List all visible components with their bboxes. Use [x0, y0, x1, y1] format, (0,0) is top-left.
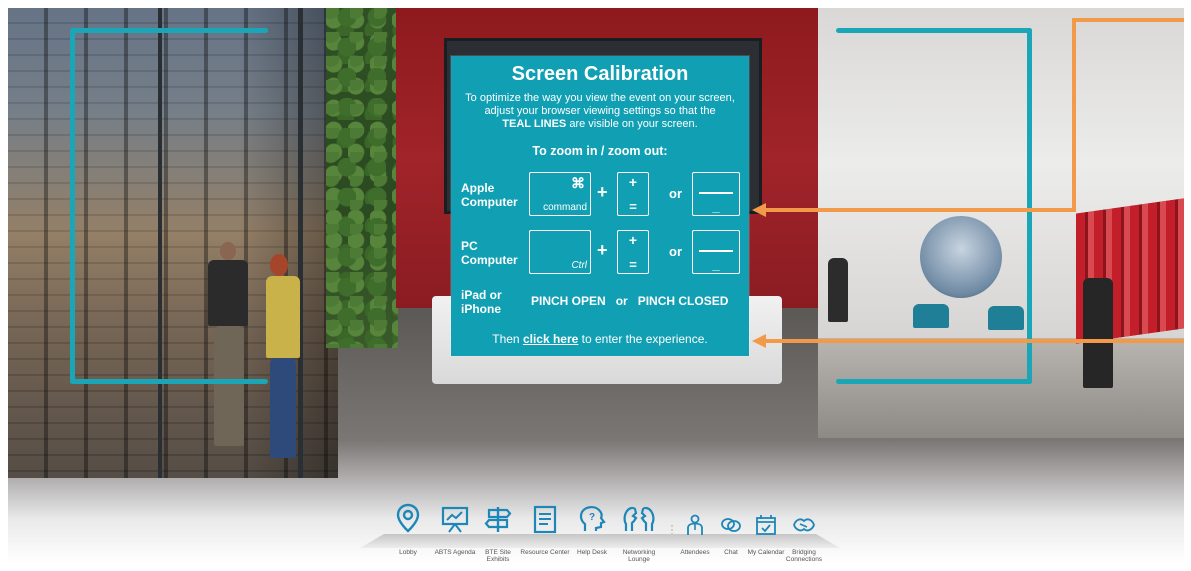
avatar-woman: [266, 276, 300, 358]
command-key-label: command: [543, 202, 587, 213]
toolbar-item-lobby[interactable]: Lobby: [393, 503, 423, 565]
avatar-background: [1083, 278, 1113, 388]
arrow-line: [1072, 18, 1184, 22]
apple-computer-label: Apple Computer: [461, 181, 518, 209]
minus-line: [699, 192, 733, 194]
click-here-link[interactable]: click here: [523, 332, 578, 346]
teal-line-left: [70, 28, 75, 384]
toolbar-item-help-desk[interactable]: ? Help Desk: [577, 503, 607, 565]
plus-sign: +: [597, 240, 608, 260]
toolbar-label: Lobby: [399, 549, 417, 556]
avatar-background: [828, 258, 848, 322]
arrow-line: [764, 339, 1184, 343]
avatar-man: [208, 260, 248, 326]
or-text: or: [669, 186, 682, 201]
or-text: or: [669, 244, 682, 259]
screen-calibration-panel: Screen Calibration To optimize the way y…: [451, 56, 749, 356]
minus-key: _: [692, 172, 740, 216]
toolbar-label: Networking Lounge: [622, 549, 656, 563]
instruction-line: are visible on your screen.: [566, 118, 698, 130]
enter-experience-text: Then click here to enter the experience.: [492, 332, 708, 346]
teal-line-top-left: [70, 28, 268, 33]
instruction-line: To optimize the way you view the event o…: [465, 92, 735, 104]
chat-bubbles-icon: [721, 518, 741, 532]
lounge-chair: [913, 304, 949, 328]
toolbar-item-attendees[interactable]: Attendees: [680, 512, 710, 565]
toolbar-label: BTE Site Exhibits: [485, 549, 511, 563]
networking-faces-icon: [623, 506, 655, 531]
svg-text:?: ?: [589, 512, 595, 523]
avatar-woman-legs: [270, 358, 296, 458]
command-key: ⌘ command: [529, 172, 591, 216]
pinch-instructions: PINCH OPEN or PINCH CLOSED: [531, 294, 729, 308]
teal-line-bottom-right: [836, 379, 1032, 384]
document-icon: [533, 505, 557, 534]
window-frame: [298, 8, 303, 478]
calendar-icon: [756, 515, 776, 535]
ctrl-key-label: Ctrl: [571, 260, 587, 271]
avatar-head: [220, 242, 236, 260]
ctrl-key: Ctrl: [529, 230, 591, 274]
toolbar-label: Bridging Connections: [785, 549, 823, 563]
signpost-icon: [484, 507, 512, 532]
minus-line: [699, 250, 733, 252]
teal-lines-emphasis: TEAL LINES: [502, 118, 567, 130]
attendee-icon: [687, 514, 703, 535]
round-wall-photo: [920, 216, 1002, 298]
pc-computer-label: PC Computer: [461, 239, 518, 267]
presentation-board-icon: [441, 506, 469, 533]
plant-wall: [326, 8, 398, 348]
avatar-man-legs: [214, 326, 244, 446]
window-frame: [158, 8, 162, 478]
teal-line-right: [1027, 28, 1032, 384]
panel-title: Screen Calibration: [511, 63, 689, 85]
arrow-head-icon: [752, 334, 766, 348]
plus-equals-key: + =: [617, 172, 649, 216]
toolbar-item-chat[interactable]: Chat: [719, 512, 743, 565]
zoom-heading: To zoom in / zoom out:: [532, 144, 668, 158]
plus-sign: +: [597, 182, 608, 202]
toolbar-label: Resource Center: [520, 549, 570, 556]
toolbar-item-my-calendar[interactable]: My Calendar: [748, 512, 784, 565]
teal-line-top-right: [836, 28, 1032, 33]
calibration-instructions: To optimize the way you view the event o…: [457, 92, 743, 131]
minus-key: _: [692, 230, 740, 274]
lounge-chair: [988, 306, 1024, 330]
toolbar-item-bridging-connections[interactable]: Bridging Connections: [786, 512, 822, 565]
avatar-head: [270, 254, 288, 276]
location-pin-icon: [396, 503, 420, 533]
toolbar-label: Help Desk: [577, 549, 607, 556]
toolbar-item-abts-agenda[interactable]: ABTS Agenda: [435, 503, 475, 565]
arrow-head-icon: [752, 203, 766, 217]
arrow-line: [1072, 18, 1076, 212]
command-icon: ⌘: [571, 175, 585, 191]
ipad-iphone-label: iPad or iPhone: [461, 288, 502, 316]
handshake-icon: [793, 518, 815, 532]
toolbar-item-resource-center[interactable]: Resource Center: [520, 503, 570, 565]
toolbar-item-bte-site-exhibits[interactable]: BTE Site Exhibits: [483, 503, 513, 565]
teal-line-bottom-left: [70, 379, 268, 384]
head-question-icon: ?: [579, 506, 606, 531]
instruction-line: adjust your browser viewing settings so …: [484, 105, 716, 117]
toolbar-item-networking-lounge[interactable]: Networking Lounge: [623, 503, 655, 565]
side-room-floor: [818, 338, 1184, 438]
plus-equals-key: + =: [617, 230, 649, 274]
arrow-line: [764, 208, 1076, 212]
toolbar-divider: [671, 525, 673, 539]
